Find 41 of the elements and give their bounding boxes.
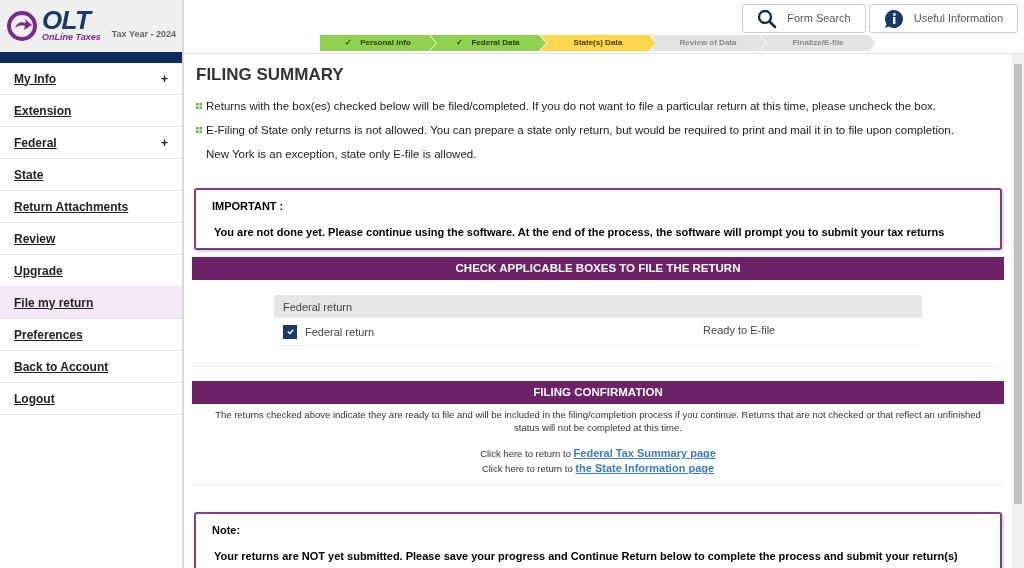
page-title: FILING SUMMARY (195, 64, 345, 86)
logo-mark: OLT (42, 7, 93, 33)
box-message: You are not done yet. Please continue using the software. At the end of the process, the software will prompt you to submit your tax returns (213, 224, 946, 240)
info-icon (883, 8, 904, 29)
check-icon: ✓ (456, 37, 464, 49)
step-label: Personal Info (360, 37, 411, 49)
return-link-text: Click here to return to Federal Tax Summary page (480, 446, 716, 462)
section-header: CHECK APPLICABLE BOXES TO FILE THE RETURN (192, 257, 1004, 281)
step-label: Review of Data (679, 37, 737, 49)
box-title: IMPORTANT : (212, 199, 285, 215)
bullet-note: New York is an exception, state only E-file is allowed. (205, 147, 478, 162)
sidebar-item[interactable]: File my return (0, 287, 182, 319)
scrollbar[interactable] (1012, 54, 1024, 568)
check-icon: ✓ (345, 37, 353, 49)
info-button[interactable]: Useful Information (868, 4, 1018, 33)
bullet-text: Returns with the box(es) checked below will be filed/completed. If you do not want to file a particular return at this time, please uncheck the box. (206, 98, 936, 114)
expand-icon: + (161, 133, 168, 152)
group-header: Federal return (274, 295, 922, 319)
logo-name: OnLine Taxes (42, 33, 101, 42)
bullet-text: E-Filing of State only returns is not allowed. You can prepare a state only return, but would be required to print and mail it in to file upon completion. (206, 122, 954, 138)
box-title: Note: (212, 523, 242, 539)
step-label: State(s) Data (573, 37, 623, 49)
search-icon (757, 8, 778, 29)
bullet-icon (196, 127, 202, 134)
section-header: FILING CONFIRMATION (192, 381, 1004, 405)
step-label: Finalize/E-file (792, 37, 844, 49)
return-link[interactable]: Federal Tax Summary page (573, 447, 716, 460)
checkbox[interactable] (283, 324, 297, 339)
return-link-text: Click here to return to the State Information page (481, 461, 715, 477)
logo-icon (6, 10, 38, 42)
return-status: Ready to E-file (703, 322, 776, 338)
tax-year: Tax Year - 2024 (111, 27, 176, 41)
bullet-icon (196, 103, 202, 110)
confirmation-text: The returns checked above indicate they are ready to file and will be included in the filing/completion process if you continue. Returns that are not checked or that reflect an unfinished status will not be completed at this time. (214, 408, 982, 435)
check-icon (285, 327, 295, 337)
return-label: Federal return (305, 324, 375, 340)
step-label: Federal Data (471, 37, 520, 49)
return-link[interactable]: the State Information page (575, 462, 715, 475)
expand-icon: + (161, 69, 168, 88)
form-search-button[interactable]: Form Search (742, 4, 866, 33)
box-message: Your returns are NOT yet submitted. Please save your progress and Continue Return below to complete the process and submit your return(s) (213, 548, 959, 564)
